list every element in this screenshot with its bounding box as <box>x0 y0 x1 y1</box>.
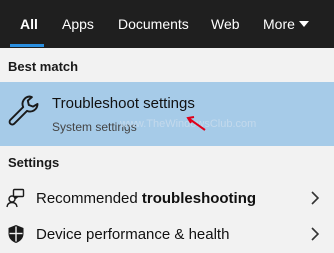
shield-icon <box>8 225 24 243</box>
tab-more[interactable]: More <box>263 0 309 48</box>
settings-heading: Settings <box>8 155 60 170</box>
best-match-heading: Best match <box>8 59 79 74</box>
best-match-title: Troubleshoot settings <box>52 95 195 112</box>
result-label-bold: troubleshooting <box>141 190 257 207</box>
result-label-prefix: Recommended <box>36 190 142 207</box>
chevron-right-icon <box>311 227 320 241</box>
tab-web[interactable]: Web <box>211 0 240 48</box>
tab-documents[interactable]: Documents <box>118 0 189 48</box>
person-chat-icon <box>6 188 25 208</box>
result-device-performance[interactable]: Device performance & health <box>0 216 334 252</box>
chevron-right-icon <box>311 191 320 205</box>
tab-all[interactable]: All <box>20 0 38 48</box>
result-recommended-troubleshooting[interactable]: Recommended troubleshooting <box>0 180 334 216</box>
tab-apps[interactable]: Apps <box>62 0 94 48</box>
annotation-arrow-icon <box>186 116 206 131</box>
result-label: Device performance & health <box>36 226 230 243</box>
active-tab-indicator <box>10 44 44 47</box>
search-results-panel: Best match Troubleshoot settings System … <box>0 48 334 253</box>
search-tab-bar: All Apps Documents Web More <box>0 0 334 48</box>
best-match-result[interactable]: Troubleshoot settings System settings ww… <box>0 82 334 146</box>
chevron-down-icon <box>298 21 309 27</box>
wrench-icon <box>8 95 39 126</box>
result-label: Recommended troubleshooting <box>36 190 256 207</box>
tab-more-label: More <box>263 16 295 32</box>
